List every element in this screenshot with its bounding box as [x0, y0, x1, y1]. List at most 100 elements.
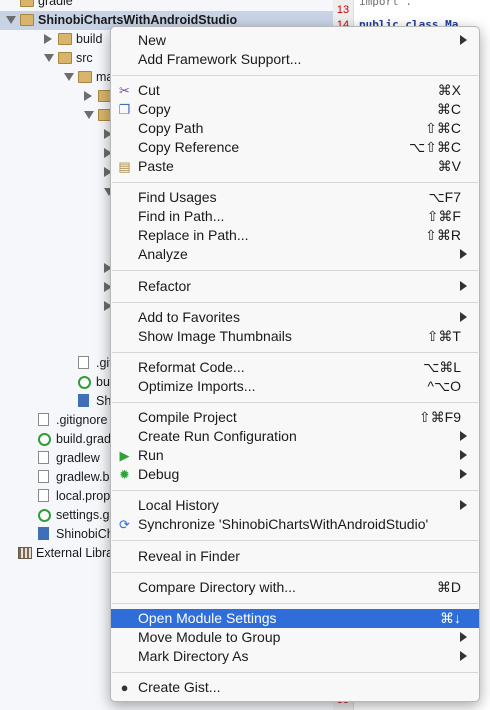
- folder-icon: [58, 33, 72, 45]
- tree-item-label: gradle: [38, 0, 73, 8]
- j-icon: [78, 394, 89, 407]
- submenu-arrow-icon: [460, 35, 467, 45]
- folder-icon: [20, 0, 34, 7]
- tree-item-label: build: [76, 32, 103, 46]
- submenu-arrow-icon: [460, 312, 467, 322]
- menu-item-add-to-favorites[interactable]: Add to Favorites: [111, 308, 479, 327]
- menu-item-label: Analyze: [138, 246, 188, 262]
- menu-item-show-image-thumbnails[interactable]: Show Image Thumbnails ⇧⌘T: [111, 327, 479, 346]
- menu-item-refactor[interactable]: Refactor: [111, 277, 479, 296]
- menu-item-shortcut: ⌘C: [436, 101, 461, 117]
- folder-icon: [78, 71, 92, 83]
- folder-icon: [58, 52, 72, 64]
- submenu-arrow-icon: [460, 450, 467, 460]
- tree-item[interactable]: gradle: [0, 0, 333, 11]
- code-line: import .: [359, 0, 412, 8]
- menu-item-add-framework-support[interactable]: Add Framework Support...: [111, 50, 479, 69]
- menu-item-label: Copy: [138, 101, 171, 117]
- menu-item-label: Open Module Settings: [138, 610, 277, 626]
- gradle-icon: [78, 376, 91, 389]
- menu-separator: [112, 182, 478, 184]
- menu-item-copy-path[interactable]: Copy Path ⇧⌘C: [111, 119, 479, 138]
- menu-item-label: Synchronize 'ShinobiChartsWithAndroidStu…: [138, 516, 429, 532]
- tree-item-label: gradlew: [56, 451, 100, 465]
- menu-item-open-module-settings[interactable]: Open Module Settings ⌘↓: [111, 609, 479, 628]
- menu-separator: [112, 540, 478, 542]
- expanded-arrow-icon[interactable]: [64, 73, 74, 81]
- menu-item-shortcut: ⌥⇧⌘C: [409, 139, 461, 155]
- menu-item-shortcut: ⇧⌘F9: [418, 409, 461, 425]
- menu-item-copy[interactable]: ❐ Copy ⌘C: [111, 100, 479, 119]
- menu-item-replace-in-path[interactable]: Replace in Path... ⇧⌘R: [111, 226, 479, 245]
- menu-item-new[interactable]: New: [111, 31, 479, 50]
- context-menu: New Add Framework Support... ✂ Cut ⌘X ❐ Copy ⌘C…: [110, 26, 480, 702]
- menu-item-label: Create Gist...: [138, 679, 221, 695]
- menu-separator: [112, 351, 478, 353]
- submenu-arrow-icon: [460, 281, 467, 291]
- menu-item-shortcut: ⇧⌘T: [426, 328, 461, 344]
- menu-item-label: Find Usages: [138, 189, 217, 205]
- menu-item-find-in-path[interactable]: Find in Path... ⇧⌘F: [111, 207, 479, 226]
- debug-icon: ✹: [119, 467, 130, 482]
- menu-item-label: Compile Project: [138, 409, 237, 425]
- menu-item-label: Paste: [138, 158, 174, 174]
- menu-item-label: Move Module to Group: [138, 629, 281, 645]
- submenu-arrow-icon: [460, 469, 467, 479]
- menu-item-label: Mark Directory As: [138, 648, 249, 664]
- sync-icon: ⟳: [119, 517, 130, 532]
- menu-item-copy-reference[interactable]: Copy Reference ⌥⇧⌘C: [111, 138, 479, 157]
- menu-item-cut[interactable]: ✂ Cut ⌘X: [111, 81, 479, 100]
- expanded-arrow-icon[interactable]: [84, 111, 94, 119]
- file-icon: [78, 356, 89, 369]
- menu-item-shortcut: ⇧⌘R: [425, 227, 461, 243]
- menu-item-reformat-code[interactable]: Reformat Code... ⌥⌘L: [111, 358, 479, 377]
- gradle-icon: [38, 433, 51, 446]
- menu-item-compare-directory-with[interactable]: Compare Directory with... ⌘D: [111, 578, 479, 597]
- menu-item-run[interactable]: ▶ Run: [111, 446, 479, 465]
- menu-item-shortcut: ⇧⌘F: [426, 208, 461, 224]
- line-number: 13: [336, 4, 350, 16]
- menu-item-create-gist[interactable]: ● Create Gist...: [111, 678, 479, 697]
- tree-item-label: External Librari: [36, 546, 121, 560]
- menu-item-paste[interactable]: ▤ Paste ⌘V: [111, 157, 479, 176]
- menu-item-shortcut: ⇧⌘C: [425, 120, 461, 136]
- tree-item-label: src: [76, 51, 93, 65]
- menu-item-debug[interactable]: ✹ Debug: [111, 465, 479, 484]
- menu-item-shortcut: ⌥⌘L: [423, 359, 461, 375]
- menu-item-move-module-to-group[interactable]: Move Module to Group: [111, 628, 479, 647]
- menu-item-label: Local History: [138, 497, 219, 513]
- menu-item-synchronize-shinobichartswithandroidstudio[interactable]: ⟳ Synchronize 'ShinobiChartsWithAndroidSt…: [111, 515, 479, 534]
- file-icon: [38, 413, 49, 426]
- menu-item-label: Compare Directory with...: [138, 579, 296, 595]
- j-icon: [38, 527, 49, 540]
- folder-icon: [20, 14, 34, 26]
- menu-item-shortcut: ⌘↓: [440, 610, 461, 626]
- menu-separator: [112, 75, 478, 76]
- expanded-arrow-icon[interactable]: [6, 16, 16, 24]
- submenu-arrow-icon: [460, 500, 467, 510]
- lib-icon: [18, 547, 32, 559]
- menu-item-create-run-configuration[interactable]: Create Run Configuration: [111, 427, 479, 446]
- menu-item-optimize-imports[interactable]: Optimize Imports... ^⌥O: [111, 377, 479, 396]
- menu-item-find-usages[interactable]: Find Usages ⌥F7: [111, 188, 479, 207]
- submenu-arrow-icon: [460, 249, 467, 259]
- menu-item-mark-directory-as[interactable]: Mark Directory As: [111, 647, 479, 666]
- expanded-arrow-icon[interactable]: [44, 54, 54, 62]
- menu-item-label: Copy Path: [138, 120, 204, 136]
- menu-separator: [112, 270, 478, 272]
- tree-item-label: ShinobiChartsWithAndroidStudio: [38, 13, 238, 27]
- collapsed-arrow-icon[interactable]: [84, 91, 92, 101]
- collapsed-arrow-icon[interactable]: [44, 34, 52, 44]
- menu-item-compile-project[interactable]: Compile Project ⇧⌘F9: [111, 408, 479, 427]
- menu-item-reveal-in-finder[interactable]: Reveal in Finder: [111, 547, 479, 566]
- submenu-arrow-icon: [460, 651, 467, 661]
- menu-item-label: Refactor: [138, 278, 191, 294]
- file-icon: [38, 470, 49, 483]
- menu-item-label: Add to Favorites: [138, 309, 240, 325]
- menu-item-label: Copy Reference: [138, 139, 240, 155]
- menu-item-label: Replace in Path...: [138, 227, 249, 243]
- menu-item-analyze[interactable]: Analyze: [111, 245, 479, 264]
- submenu-arrow-icon: [460, 431, 467, 441]
- menu-separator: [112, 571, 478, 573]
- menu-item-local-history[interactable]: Local History: [111, 496, 479, 515]
